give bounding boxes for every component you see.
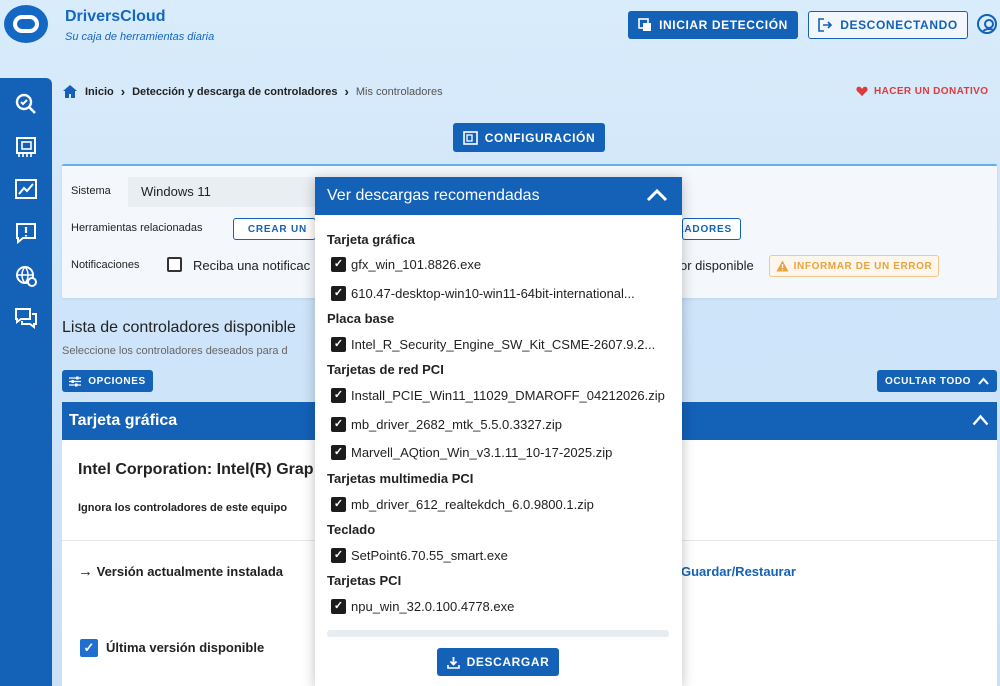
brand-tagline: Su caja de herramientas diaria xyxy=(65,31,215,43)
download-file-item[interactable]: ✓ gfx_win_101.8826.exe xyxy=(331,257,671,272)
download-file-item[interactable]: ✓ Install_PCIE_Win11_11029_DMAROFF_042120… xyxy=(331,388,671,403)
hide-all-button[interactable]: OCULTAR TODO xyxy=(877,370,997,392)
controllers-tool-button[interactable]: LADORES xyxy=(682,218,741,240)
history-icon xyxy=(242,228,243,230)
settings-globe-icon[interactable] xyxy=(14,264,38,288)
hide-all-label: OCULTAR TODO xyxy=(884,375,972,387)
create-restore-point-button[interactable]: CREAR UN xyxy=(233,218,316,240)
detect-icon xyxy=(638,18,652,31)
driver-list-title: Lista de controladores disponible xyxy=(62,319,296,336)
category-heading: Tarjetas multimedia PCI xyxy=(327,471,474,486)
configuration-label: CONFIGURACIÓN xyxy=(484,130,596,145)
checkbox-checked[interactable]: ✓ xyxy=(331,497,346,512)
category-heading: Tarjetas PCI xyxy=(327,573,402,588)
download-button[interactable]: DESCARGAR xyxy=(437,648,559,676)
latest-version-label: Última versión disponible xyxy=(106,640,265,655)
download-file-item[interactable]: ✓ Intel_R_Security_Engine_SW_Kit_CSME-260… xyxy=(331,337,671,352)
monitoring-chart-icon[interactable] xyxy=(14,177,38,201)
chevron-up-icon xyxy=(978,377,989,385)
download-file-item[interactable]: ✓ SetPoint6.70.55_smart.exe xyxy=(331,548,671,563)
chevron-right-icon: › xyxy=(120,84,126,99)
home-icon[interactable] xyxy=(62,84,78,99)
installed-version-label: → Versión actualmente instalada xyxy=(78,563,283,580)
user-account-icon[interactable] xyxy=(977,14,997,34)
checkbox-checked[interactable]: ✓ xyxy=(331,257,346,272)
category-heading: Tarjeta gráfica xyxy=(327,232,415,247)
forum-chat-icon[interactable] xyxy=(14,307,38,331)
chevron-right-icon: › xyxy=(344,84,349,99)
warning-triangle-icon xyxy=(776,260,789,272)
controllers-tool-label: LADORES xyxy=(682,223,732,235)
download-file-item[interactable]: ✓ npu_win_32.0.100.4778.exe xyxy=(331,599,671,614)
sidebar xyxy=(0,78,52,686)
options-label: OPCIONES xyxy=(88,375,146,387)
section-title: Tarjeta gráfica xyxy=(69,412,178,429)
recommended-downloads-modal: Ver descargas recomendadas Tarjeta gráfi… xyxy=(315,177,682,686)
category-heading: Teclado xyxy=(327,522,376,537)
checkbox-checked[interactable]: ✓ xyxy=(331,599,346,614)
checkbox-checked[interactable]: ✓ xyxy=(331,445,346,460)
bsod-alert-icon[interactable] xyxy=(14,221,38,245)
notify-text-end: or disponible xyxy=(680,258,754,273)
related-tools-label: Herramientas relacionadas xyxy=(71,222,203,234)
chevron-up-icon[interactable] xyxy=(644,182,670,208)
driver-list-subtitle: Seleccione los controladores deseados pa… xyxy=(62,345,288,357)
breadcrumb: Inicio › Detección y descarga de control… xyxy=(62,84,443,99)
driverscloud-logo[interactable] xyxy=(4,5,48,43)
disconnect-button[interactable]: DESCONECTANDO xyxy=(808,11,968,39)
category-heading: Placa base xyxy=(327,311,395,326)
download-file-item[interactable]: ✓ mb_driver_2682_mtk_5.5.0.3327.zip xyxy=(331,417,671,432)
heart-icon xyxy=(856,86,868,96)
notify-checkbox[interactable] xyxy=(167,257,182,272)
checkbox-checked[interactable]: ✓ xyxy=(331,417,346,432)
checkbox-checked[interactable]: ✓ xyxy=(331,286,346,301)
donate-label: HACER UN DONATIVO xyxy=(874,86,989,97)
ignore-drivers-label: Ignora los controladores de este equipo xyxy=(78,502,288,514)
download-file-item[interactable]: ✓ mb_driver_612_realtekdch_6.0.9800.1.zip xyxy=(331,497,671,512)
configuration-button[interactable]: CONFIGURACIÓN xyxy=(453,123,605,152)
horizontal-scrollbar[interactable] xyxy=(327,630,669,637)
checkbox-checked[interactable]: ✓ xyxy=(331,548,346,563)
download-file-item[interactable]: ✓ 610.47-desktop-win10-win11-64bit-intern… xyxy=(331,286,671,301)
download-icon xyxy=(446,656,460,669)
report-error-button[interactable]: INFORMAR DE UN ERROR xyxy=(769,255,939,277)
donate-link[interactable]: HACER UN DONATIVO xyxy=(856,86,988,97)
sliders-icon xyxy=(69,376,82,386)
brand-name: DriversCloud xyxy=(65,8,166,25)
notifications-label: Notificaciones xyxy=(71,259,140,271)
category-heading: Tarjetas de red PCI xyxy=(327,362,444,377)
device-name: Intel Corporation: Intel(R) Grap xyxy=(78,461,314,478)
start-detection-button[interactable]: INICIAR DETECCIÓN xyxy=(628,11,798,39)
breadcrumb-section[interactable]: Detección y descarga de controladores xyxy=(132,86,337,98)
modal-header: Ver descargas recomendadas xyxy=(315,177,682,215)
options-button[interactable]: OPCIONES xyxy=(62,370,153,392)
latest-version-checkbox[interactable]: ✓ xyxy=(80,639,98,657)
arrow-right-icon: → xyxy=(78,563,93,580)
chevron-up-icon[interactable] xyxy=(972,414,989,426)
detection-search-icon[interactable] xyxy=(14,92,38,116)
modal-title: Ver descargas recomendadas xyxy=(327,187,540,204)
backup-restore-link[interactable]: Guardar/Restaurar xyxy=(681,564,796,579)
start-detection-label: INICIAR DETECCIÓN xyxy=(659,18,788,32)
create-restore-label: CREAR UN xyxy=(247,223,307,235)
download-file-item[interactable]: ✓ Marvell_AQtion_Win_v3.1.11_10-17-2025.z… xyxy=(331,445,671,460)
notify-text: Reciba una notificac xyxy=(193,258,311,273)
breadcrumb-home[interactable]: Inicio xyxy=(85,86,114,98)
system-label: Sistema xyxy=(71,185,111,197)
installed-version-text: Versión actualmente instalada xyxy=(96,564,284,579)
checkbox-checked[interactable]: ✓ xyxy=(331,388,346,403)
report-error-label: INFORMAR DE UN ERROR xyxy=(793,260,933,272)
logout-icon xyxy=(818,18,833,32)
config-card-icon xyxy=(462,130,478,145)
hardware-card-icon[interactable] xyxy=(14,135,38,159)
checkbox-checked[interactable]: ✓ xyxy=(331,337,346,352)
breadcrumb-current: Mis controladores xyxy=(355,85,443,98)
disconnect-label: DESCONECTANDO xyxy=(840,18,958,32)
download-label: DESCARGAR xyxy=(466,655,550,669)
